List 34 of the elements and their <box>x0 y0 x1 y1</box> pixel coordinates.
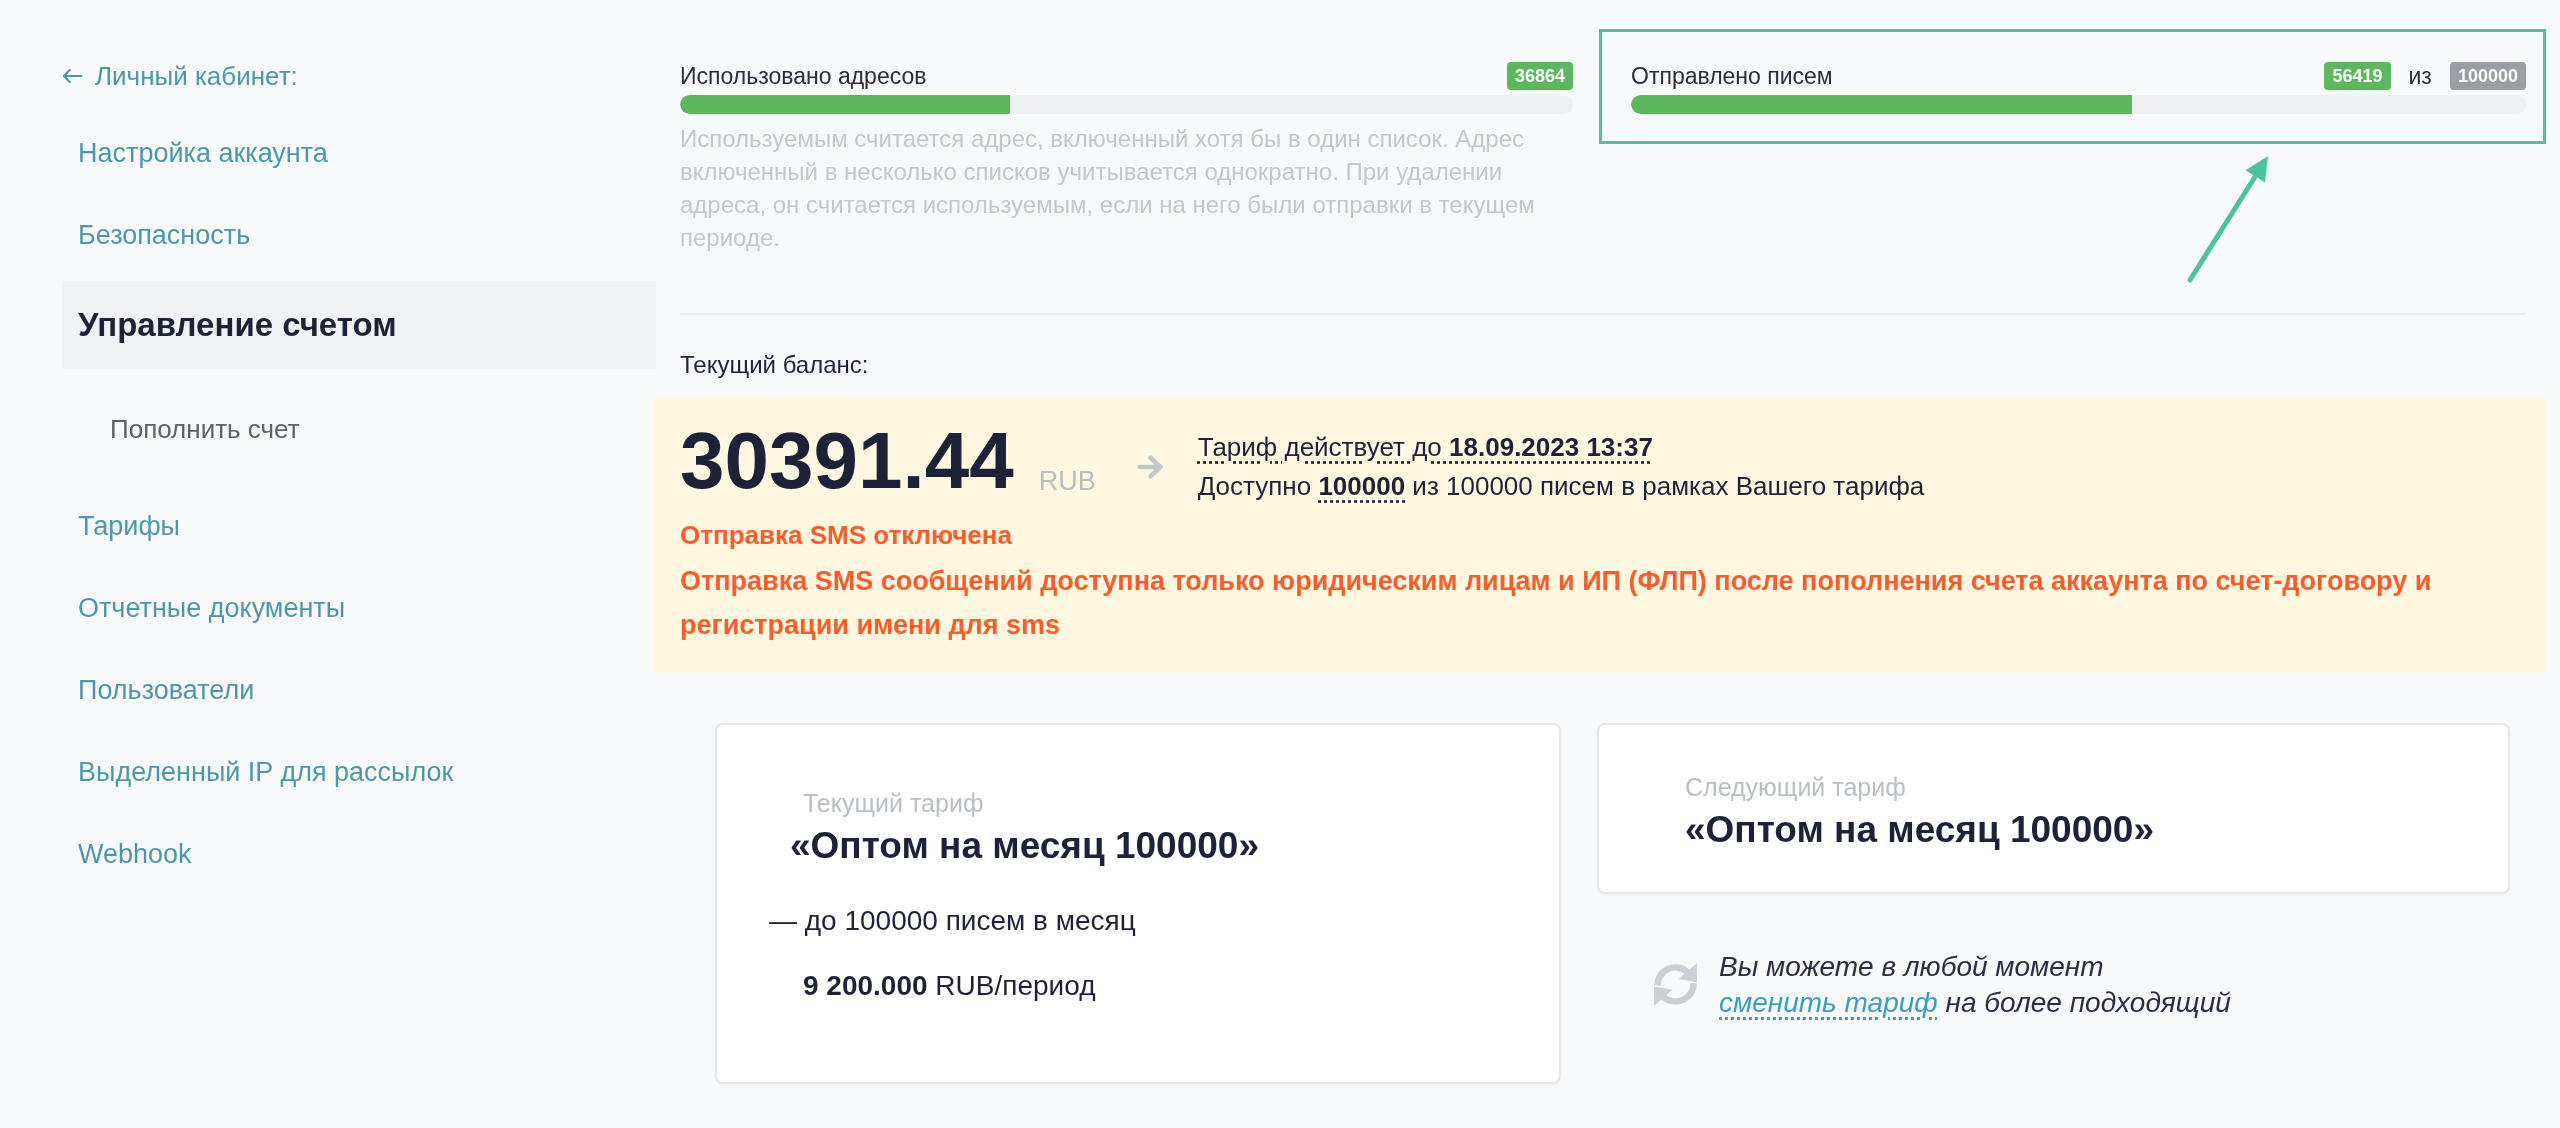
sms-notice: Отправка SMS сообщений доступна только юридическим лицам и ИП (ФЛП) после пополнения счета аккаунта по счет-договору и регистрации имени для sms <box>680 565 2433 642</box>
available-emails: Доступно 100000 из 100000 писем в рамках Вашего тарифа <box>1197 470 1925 503</box>
arrow-left-icon <box>62 69 83 83</box>
sidebar-item[interactable]: Безопасность <box>62 194 656 276</box>
meter-label: Использовано адресов <box>680 62 927 90</box>
currency-label: RUB <box>1038 465 1096 498</box>
card-caption: Текущий тариф <box>803 788 984 819</box>
sidebar-item[interactable]: Webhook <box>62 813 656 895</box>
balance-amount: 30391.44 <box>680 418 1014 504</box>
count-badge: 36864 <box>1506 62 1573 90</box>
sidebar-item[interactable]: Тарифы <box>62 485 656 567</box>
sidebar-item[interactable]: Пользователи <box>62 649 656 731</box>
sidebar-item[interactable]: Настройка аккаунта <box>62 112 656 194</box>
refresh-icon <box>1652 962 1699 1008</box>
of-label: из <box>2407 62 2433 90</box>
tariff-name: «Оптом на месяц 100000» <box>1685 808 2154 852</box>
sms-status: Отправка SMS отключена <box>680 519 1012 552</box>
arrow-right-icon <box>1136 455 1164 479</box>
balance-heading: Текущий баланс: <box>680 350 869 380</box>
sidebar-subitem[interactable]: Пополнить счет <box>62 388 656 470</box>
back-link[interactable]: Личный кабинет: <box>62 40 298 112</box>
tariff-price: 9 200.000 RUB/период <box>803 969 1096 1003</box>
sidebar-item[interactable]: Управление счетом <box>62 281 656 369</box>
change-tariff-link[interactable]: сменить тариф <box>1719 987 1938 1018</box>
total-badge: 100000 <box>2449 62 2526 90</box>
tariff-validity: Тариф действует до 18.09.2023 13:37 <box>1197 431 1653 464</box>
card-caption: Следующий тариф <box>1685 772 1906 803</box>
sidebar-item[interactable]: Выделенный IP для рассылок <box>62 731 656 813</box>
tariff-name: «Оптом на месяц 100000» <box>790 824 1259 868</box>
sidebar-item[interactable]: Отчетные документы <box>62 567 656 649</box>
tariff-limit: — до 100000 писем в месяц <box>769 904 1136 938</box>
change-tariff-note: Вы можете в любой момент сменить тариф на более подходящий <box>1719 950 2231 1020</box>
meter-label: Отправлено писем <box>1631 62 1833 90</box>
count-badge: 56419 <box>2324 62 2391 90</box>
